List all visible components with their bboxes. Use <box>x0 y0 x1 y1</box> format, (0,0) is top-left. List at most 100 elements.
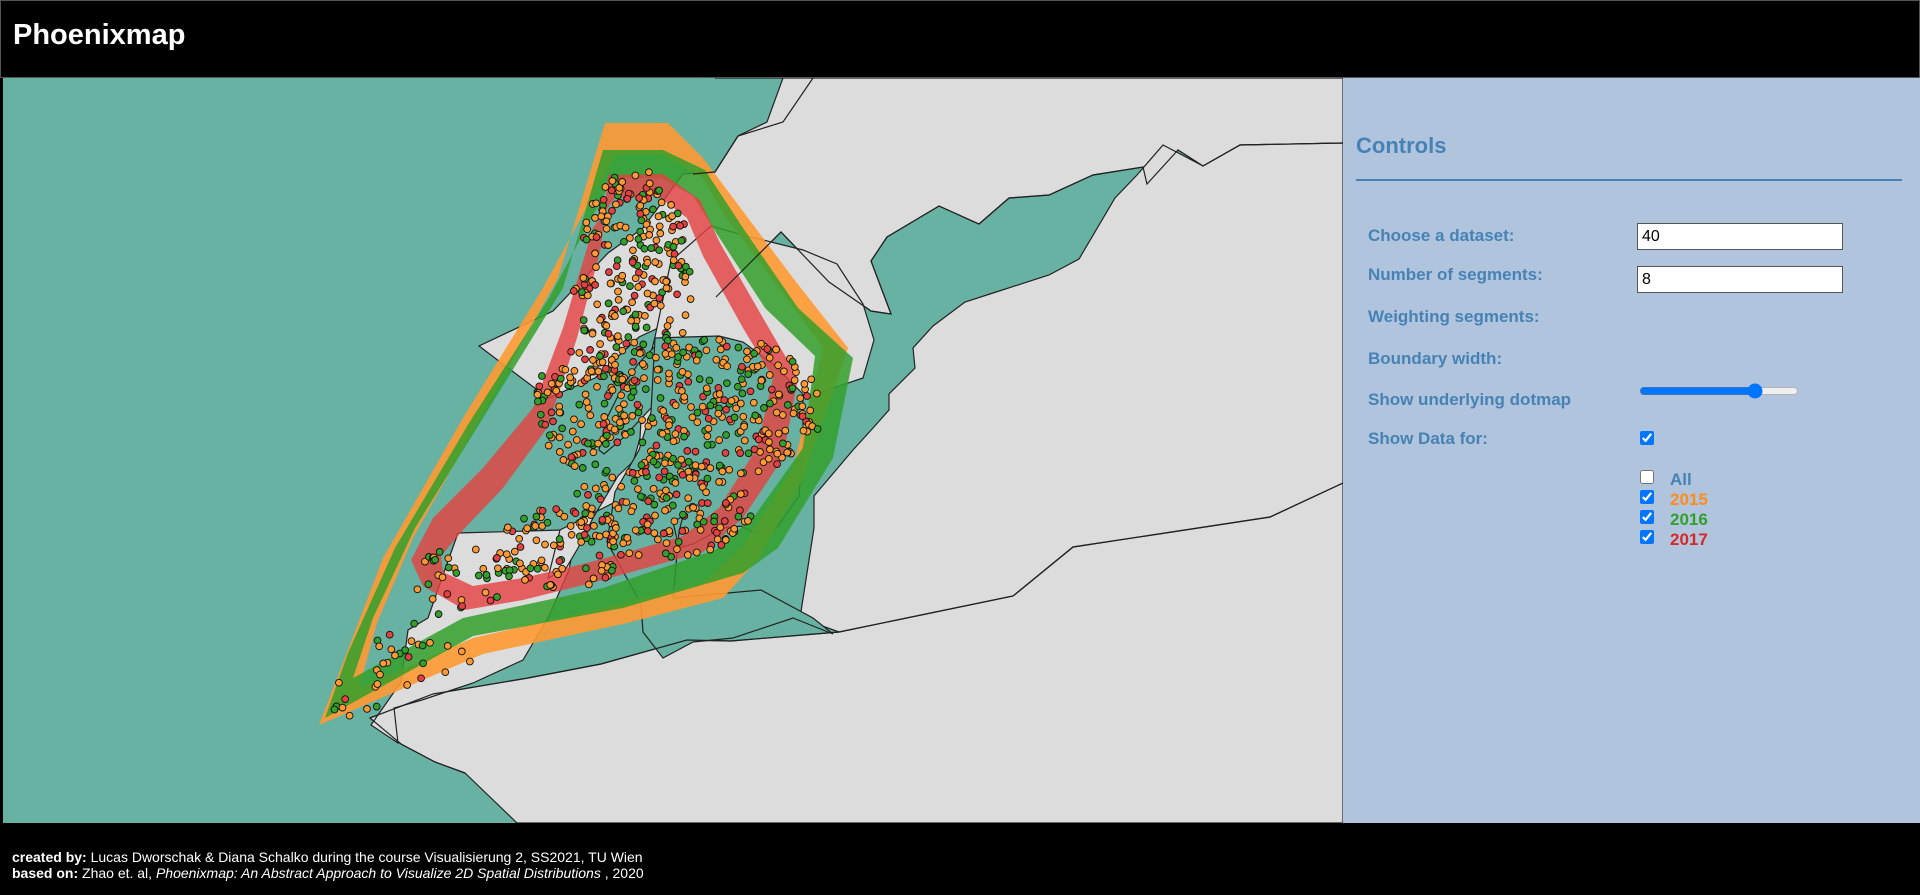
collision-dot <box>807 375 816 384</box>
map-canvas[interactable] <box>3 78 1343 823</box>
weighting-input[interactable] <box>1637 266 1843 293</box>
collision-dot <box>561 365 570 374</box>
collision-dot <box>545 431 554 440</box>
collision-dot <box>725 465 734 474</box>
collision-dot <box>438 573 447 582</box>
collision-dot <box>662 277 671 286</box>
collision-dot <box>458 602 466 610</box>
collision-dot <box>766 399 774 408</box>
collision-dot <box>610 425 619 434</box>
show-dotmap-checkbox[interactable] <box>1640 431 1654 445</box>
collision-dot <box>763 345 772 353</box>
collision-dot <box>387 645 396 654</box>
year-checkbox-2015[interactable] <box>1640 490 1654 504</box>
collision-dot <box>602 431 611 440</box>
collision-dot <box>618 178 627 186</box>
collision-dot <box>572 436 581 444</box>
collision-dot <box>659 407 668 415</box>
collision-dot <box>583 225 592 234</box>
collision-dot <box>621 223 630 232</box>
collision-dot <box>628 368 636 376</box>
collision-dot <box>620 400 628 408</box>
collision-dot <box>549 541 558 550</box>
collision-dot <box>471 545 480 554</box>
collision-dot <box>636 349 644 358</box>
collision-dot <box>428 595 437 603</box>
collision-dot <box>435 548 444 556</box>
collision-dot <box>555 433 564 442</box>
collision-dot <box>679 510 687 519</box>
collision-dot <box>766 445 774 454</box>
collision-dot <box>583 291 592 300</box>
collision-dot <box>772 345 780 354</box>
collision-dot <box>546 581 555 589</box>
collision-dot <box>536 410 545 419</box>
collision-dot <box>798 402 807 411</box>
collision-dot <box>645 231 654 239</box>
collision-dot <box>655 294 664 302</box>
collision-dot <box>751 411 760 420</box>
collision-dot <box>680 432 688 441</box>
collision-dot <box>638 438 647 447</box>
collision-dot <box>703 432 712 441</box>
collision-dot <box>419 659 427 668</box>
collision-dot <box>573 489 582 498</box>
collision-dot <box>595 532 604 541</box>
collision-dot <box>736 490 745 498</box>
collision-dot <box>655 186 663 195</box>
collision-dot <box>764 429 773 438</box>
collision-dot <box>803 392 811 400</box>
collision-dot <box>691 461 700 470</box>
boundary-width-slider[interactable] <box>1639 381 1799 401</box>
collision-dot <box>686 295 695 303</box>
collision-dot <box>704 424 713 433</box>
collision-dot <box>720 396 729 404</box>
collision-dot <box>640 374 648 382</box>
collision-dot <box>722 431 730 439</box>
collision-dot <box>434 610 443 618</box>
collision-dot <box>643 527 652 535</box>
collision-dot <box>715 436 724 444</box>
collision-dot <box>638 416 646 424</box>
collision-dot <box>584 439 592 448</box>
collision-dot <box>602 224 611 233</box>
collision-dot <box>662 486 670 495</box>
collision-dot <box>582 218 591 227</box>
collision-dot <box>649 205 657 214</box>
collision-dot <box>665 421 673 430</box>
collision-dot <box>661 549 670 558</box>
collision-dot <box>773 460 781 468</box>
collision-dot <box>668 501 677 510</box>
collision-dot <box>702 488 710 497</box>
collision-dot <box>685 474 694 482</box>
based-on-title: Phoenixmap: An Abstract Approach to Visu… <box>155 865 601 881</box>
collision-dot <box>591 281 599 289</box>
map-view[interactable] <box>3 78 1343 823</box>
collision-dot <box>757 339 765 348</box>
collision-dot <box>510 547 519 556</box>
collision-dot <box>600 372 608 381</box>
collision-dot <box>443 590 452 598</box>
collision-dot <box>602 466 611 475</box>
collision-dot <box>783 401 792 409</box>
collision-dot <box>592 263 600 271</box>
year-checkbox-2016[interactable] <box>1640 510 1654 524</box>
collision-dot <box>737 375 746 384</box>
collision-dot <box>662 539 671 547</box>
collision-dot <box>643 520 652 529</box>
collision-dot <box>538 506 547 515</box>
collision-dot <box>661 342 670 351</box>
segments-input[interactable] <box>1637 223 1843 250</box>
created-by-text: Lucas Dworschak & Diana Schalko during t… <box>86 849 643 865</box>
collision-dot <box>665 369 673 378</box>
collision-dot <box>630 338 639 347</box>
collision-dot <box>631 526 640 535</box>
collision-dot <box>552 505 561 513</box>
year-checkbox-all[interactable] <box>1640 470 1654 484</box>
year-checkbox-2017[interactable] <box>1640 530 1654 544</box>
controls-divider <box>1356 179 1902 181</box>
collision-dot <box>654 535 662 544</box>
collision-dot <box>740 436 749 445</box>
collision-dot <box>474 571 483 580</box>
credit-based-on: based on: Zhao et. al, Phoenixmap: An Ab… <box>12 865 644 881</box>
